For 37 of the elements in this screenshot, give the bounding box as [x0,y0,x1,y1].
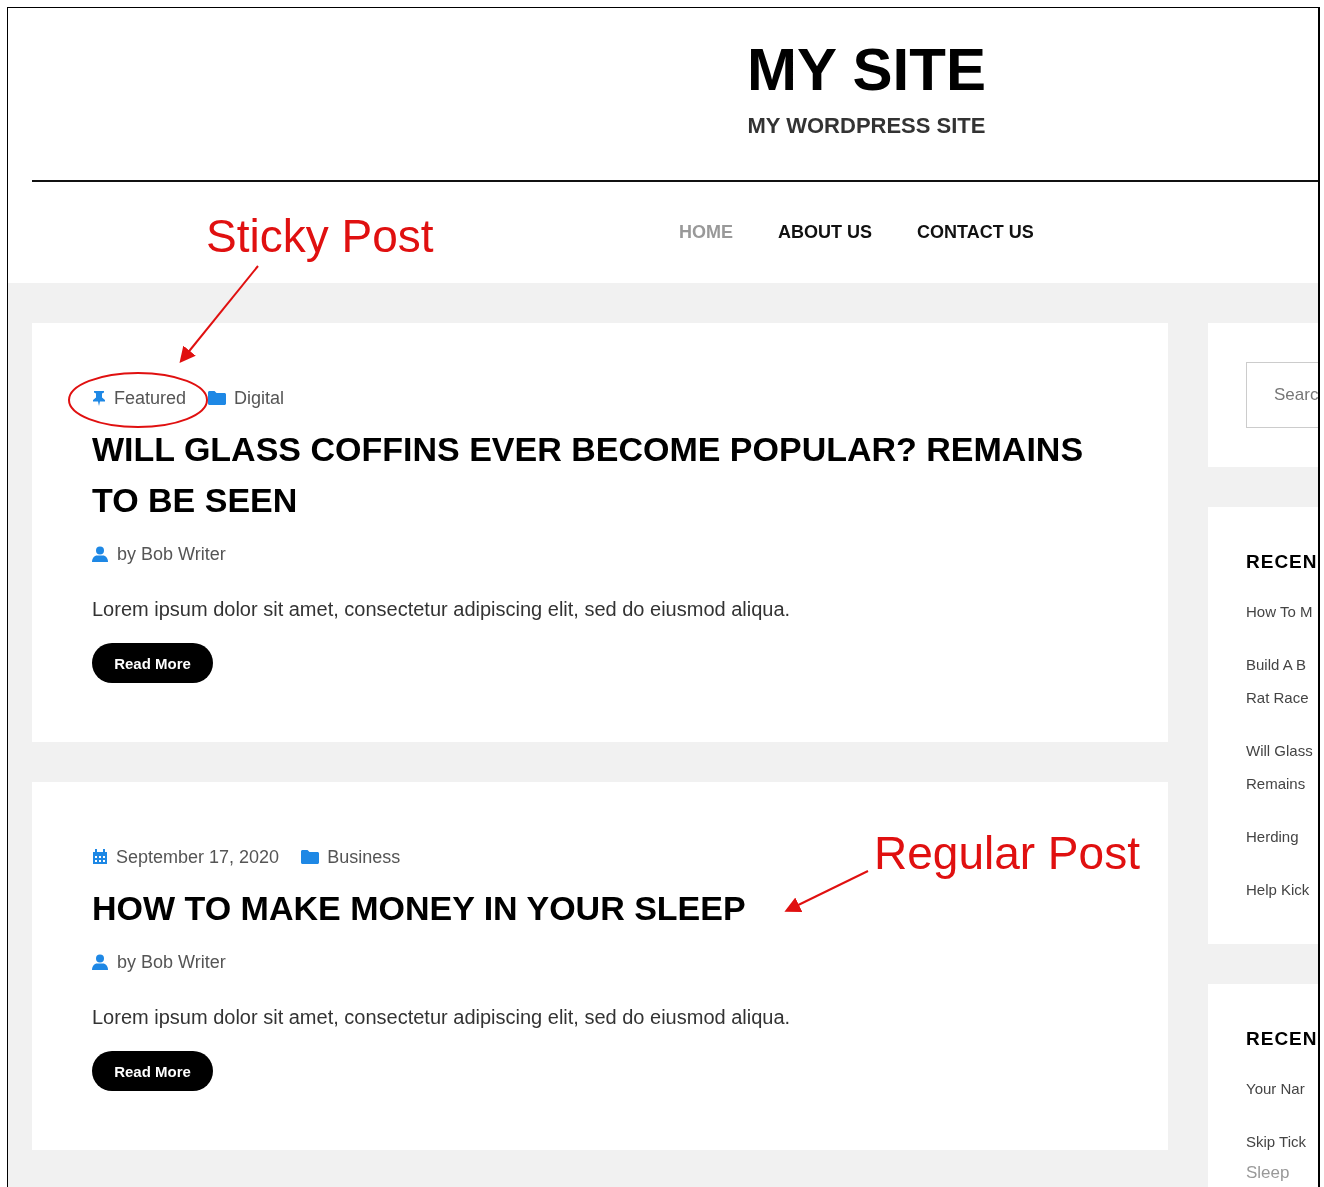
widget-link[interactable]: Help Kick [1246,873,1318,906]
read-more-button[interactable]: Read More [92,1051,213,1091]
widget-heading: RECEN [1246,550,1318,574]
widget-heading: RECEN [1246,1027,1318,1051]
site-tagline: MY WORDPRESS SITE [747,112,986,140]
post-title[interactable]: HOW TO MAKE MONEY IN YOUR SLEEP [92,883,1108,934]
widget-link[interactable]: Remains [1246,767,1318,800]
site-title[interactable]: MY SITE [747,35,986,105]
widget-note: Sleep [1246,1162,1291,1184]
widget-link[interactable]: Will Glass [1246,734,1318,767]
user-icon [92,546,108,562]
nav-link[interactable]: ABOUT US [778,222,872,243]
nav-link[interactable]: CONTACT US [917,222,1034,243]
author-link[interactable]: by Bob Writer [117,951,226,973]
widget-link[interactable]: Herding [1246,820,1318,853]
author-link[interactable]: by Bob Writer [117,543,226,565]
folder-icon [301,850,320,864]
post-excerpt: Lorem ipsum dolor sit amet, consectetur adipiscing elit, sed do eiusmod aliqua. [92,597,792,622]
widget-link[interactable]: Your Nar [1246,1072,1318,1105]
annotation-label: Regular Post [874,826,1140,880]
widget-link[interactable]: Rat Race [1246,681,1318,714]
folder-icon [208,391,227,405]
annotation-label: Sticky Post [206,209,434,263]
search-field[interactable]: Searc [1246,362,1318,428]
featured-label[interactable]: Featured [114,387,187,409]
widget-link[interactable]: How To M [1246,595,1318,628]
category-link[interactable]: Digital [234,387,285,409]
widget-link[interactable]: Skip Tick [1246,1125,1318,1158]
category-link[interactable]: Business [327,846,401,868]
post-title[interactable]: WILL GLASS COFFINS EVER BECOME POPULAR? REMAINS TO BE SEEN [92,424,1108,526]
user-icon [92,954,108,970]
calendar-icon [92,849,108,865]
widget-link[interactable]: Build A B [1246,648,1318,681]
post-date[interactable]: September 17, 2020 [116,846,280,868]
read-more-button[interactable]: Read More [92,643,213,683]
pin-icon [92,390,106,406]
post-excerpt: Lorem ipsum dolor sit amet, consectetur adipiscing elit, sed do eiusmod aliqua. [92,1005,792,1030]
